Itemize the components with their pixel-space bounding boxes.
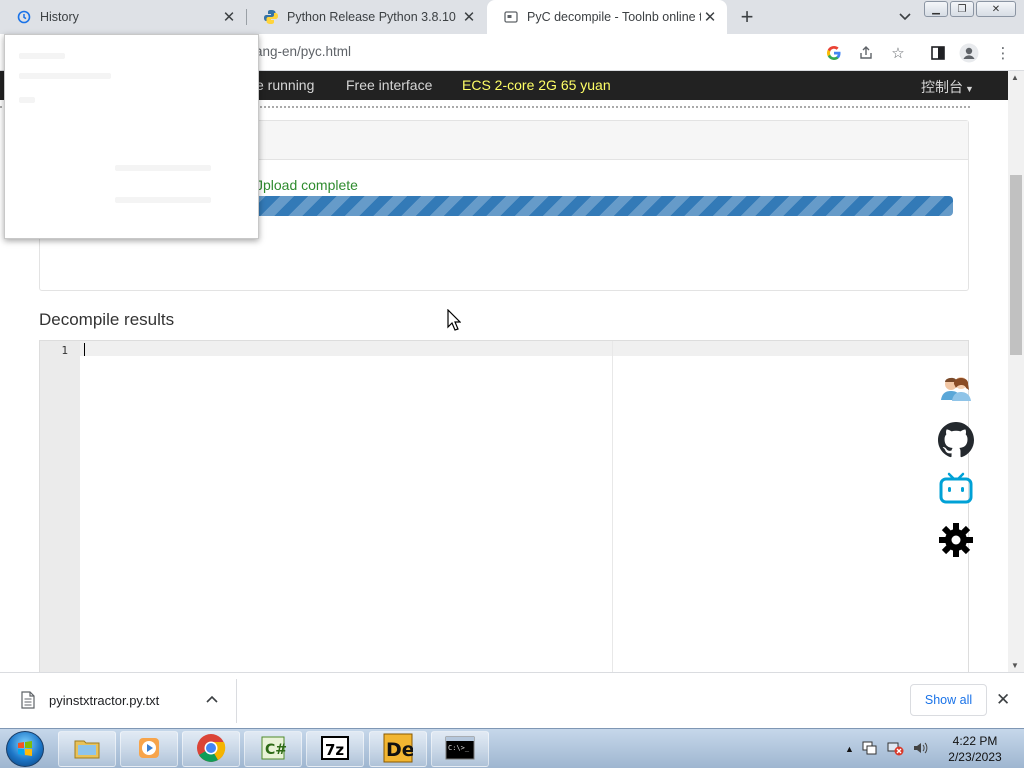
clock-time: 4:22 PM <box>952 734 998 748</box>
taskbar-clock[interactable]: 4:22 PM 2/23/2023 <box>935 733 1015 765</box>
menu-kebab-icon[interactable]: ⋮ <box>992 42 1014 64</box>
line-number: 1 <box>61 344 68 357</box>
results-title: Decompile results <box>39 310 175 329</box>
close-downloads-icon[interactable]: ✕ <box>996 690 1010 710</box>
print-margin <box>612 341 613 672</box>
page-icon <box>503 9 519 25</box>
users-icon[interactable] <box>938 370 974 406</box>
share-icon[interactable] <box>855 42 877 64</box>
taskbar-chrome[interactable] <box>182 731 240 767</box>
chevron-up-icon[interactable] <box>206 693 218 708</box>
faded-row <box>115 165 211 171</box>
tab-close-icon[interactable]: ✕ <box>701 8 719 26</box>
download-separator <box>236 679 237 723</box>
tab-search-icon[interactable] <box>895 8 915 26</box>
decompiler-icon: De <box>383 733 415 766</box>
svg-text:7z: 7z <box>325 741 344 759</box>
minimize-icon[interactable]: ▁ <box>924 1 948 17</box>
nav-item-running[interactable]: e running <box>256 77 314 93</box>
address-bar-url[interactable]: ang-en/pyc.html <box>255 44 351 59</box>
tab-title: Python Release Python 3.8.10 | P <box>287 10 460 24</box>
tab-close-icon[interactable]: ✕ <box>220 8 238 26</box>
tab-history[interactable]: History ✕ <box>0 0 246 34</box>
scroll-down-icon[interactable]: ▼ <box>1011 661 1019 670</box>
scroll-up-icon[interactable]: ▲ <box>1011 73 1019 82</box>
cmd-icon: C:\>_ <box>445 736 475 763</box>
clock-date: 2/23/2023 <box>948 750 1002 764</box>
nav-item-free-interface[interactable]: Free interface <box>346 77 432 93</box>
svg-text:C:\>_: C:\>_ <box>448 744 470 752</box>
bilibili-icon[interactable] <box>938 470 974 506</box>
mouse-pointer-icon <box>447 308 462 334</box>
tab-title: PyC decompile - Toolnb online t <box>527 10 701 24</box>
faded-row <box>19 97 35 103</box>
taskbar-7zip[interactable]: 7z <box>306 731 364 767</box>
show-all-button[interactable]: Show all <box>910 684 987 716</box>
google-icon[interactable] <box>823 42 845 64</box>
csharp-icon: C# <box>259 735 287 764</box>
upload-status: Jpload complete <box>256 177 358 193</box>
faded-row <box>19 73 111 79</box>
active-line <box>80 341 968 356</box>
editor-gutter: 1 <box>40 341 80 672</box>
tab-pyc-decompile[interactable]: PyC decompile - Toolnb online t ✕ <box>487 0 727 34</box>
faded-row <box>19 53 65 59</box>
taskbar-decompiler[interactable]: De <box>369 731 427 767</box>
taskbar-csharp[interactable]: C# <box>244 731 302 767</box>
system-tray: ▲ <box>845 735 928 763</box>
console-label: 控制台 <box>921 79 963 95</box>
page-scrollbar[interactable]: ▲ ▼ <box>1008 71 1024 672</box>
window-close-icon[interactable]: ✕ <box>976 1 1016 17</box>
faded-row <box>115 197 211 203</box>
profile-avatar-icon[interactable] <box>958 42 980 64</box>
history-dropdown-panel <box>4 34 259 239</box>
svg-text:De: De <box>386 739 413 761</box>
chrome-icon <box>196 733 226 766</box>
gear-icon[interactable] <box>938 522 974 558</box>
file-icon <box>21 691 35 712</box>
caret-down-icon: ▼ <box>965 84 974 94</box>
text-caret <box>84 343 85 356</box>
new-tab-button[interactable]: + <box>735 4 759 29</box>
taskbar-media-player[interactable] <box>120 731 178 767</box>
download-filename[interactable]: pyinstxtractor.py.txt <box>49 693 159 708</box>
scrollbar-thumb[interactable] <box>1010 175 1022 355</box>
tab-python-release[interactable]: Python Release Python 3.8.10 | P ✕ <box>247 0 486 34</box>
github-icon[interactable] <box>938 422 975 458</box>
nav-item-ecs-promo[interactable]: ECS 2-core 2G 65 yuan <box>462 77 611 93</box>
restore-icon[interactable]: ❐ <box>950 1 974 17</box>
start-button[interactable] <box>6 731 44 767</box>
python-icon <box>263 9 279 25</box>
upload-progress-bar <box>250 196 953 216</box>
taskbar-cmd[interactable]: C:\>_ <box>431 731 489 767</box>
explorer-icon <box>73 736 101 763</box>
tab-strip: History ✕ Python Release Python 3.8.10 |… <box>0 0 1024 34</box>
tray-expand-icon[interactable]: ▲ <box>845 744 854 754</box>
7zip-icon: 7z <box>320 735 350 764</box>
windows-taskbar: C# 7z De C:\>_ ▲ 4:22 PM 2/23/2023 <box>0 728 1024 768</box>
volume-icon[interactable] <box>912 740 928 759</box>
network-icon[interactable] <box>886 740 904 759</box>
history-icon <box>16 9 32 25</box>
media-player-icon <box>136 735 162 764</box>
bookmark-star-icon[interactable]: ☆ <box>887 42 909 64</box>
window-controls: ▁ ❐ ✕ <box>922 1 1016 17</box>
code-editor[interactable]: 1 <box>39 340 969 672</box>
action-center-icon[interactable] <box>862 740 878 759</box>
tab-close-icon[interactable]: ✕ <box>460 8 478 26</box>
tab-title: History <box>40 10 79 24</box>
svg-text:C#: C# <box>265 742 287 758</box>
nav-console-dropdown[interactable]: 控制台 ▼ <box>921 77 974 97</box>
side-panel-icon[interactable] <box>927 42 949 64</box>
downloads-bar: pyinstxtractor.py.txt Show all ✕ <box>0 672 1024 728</box>
taskbar-explorer[interactable] <box>58 731 116 767</box>
